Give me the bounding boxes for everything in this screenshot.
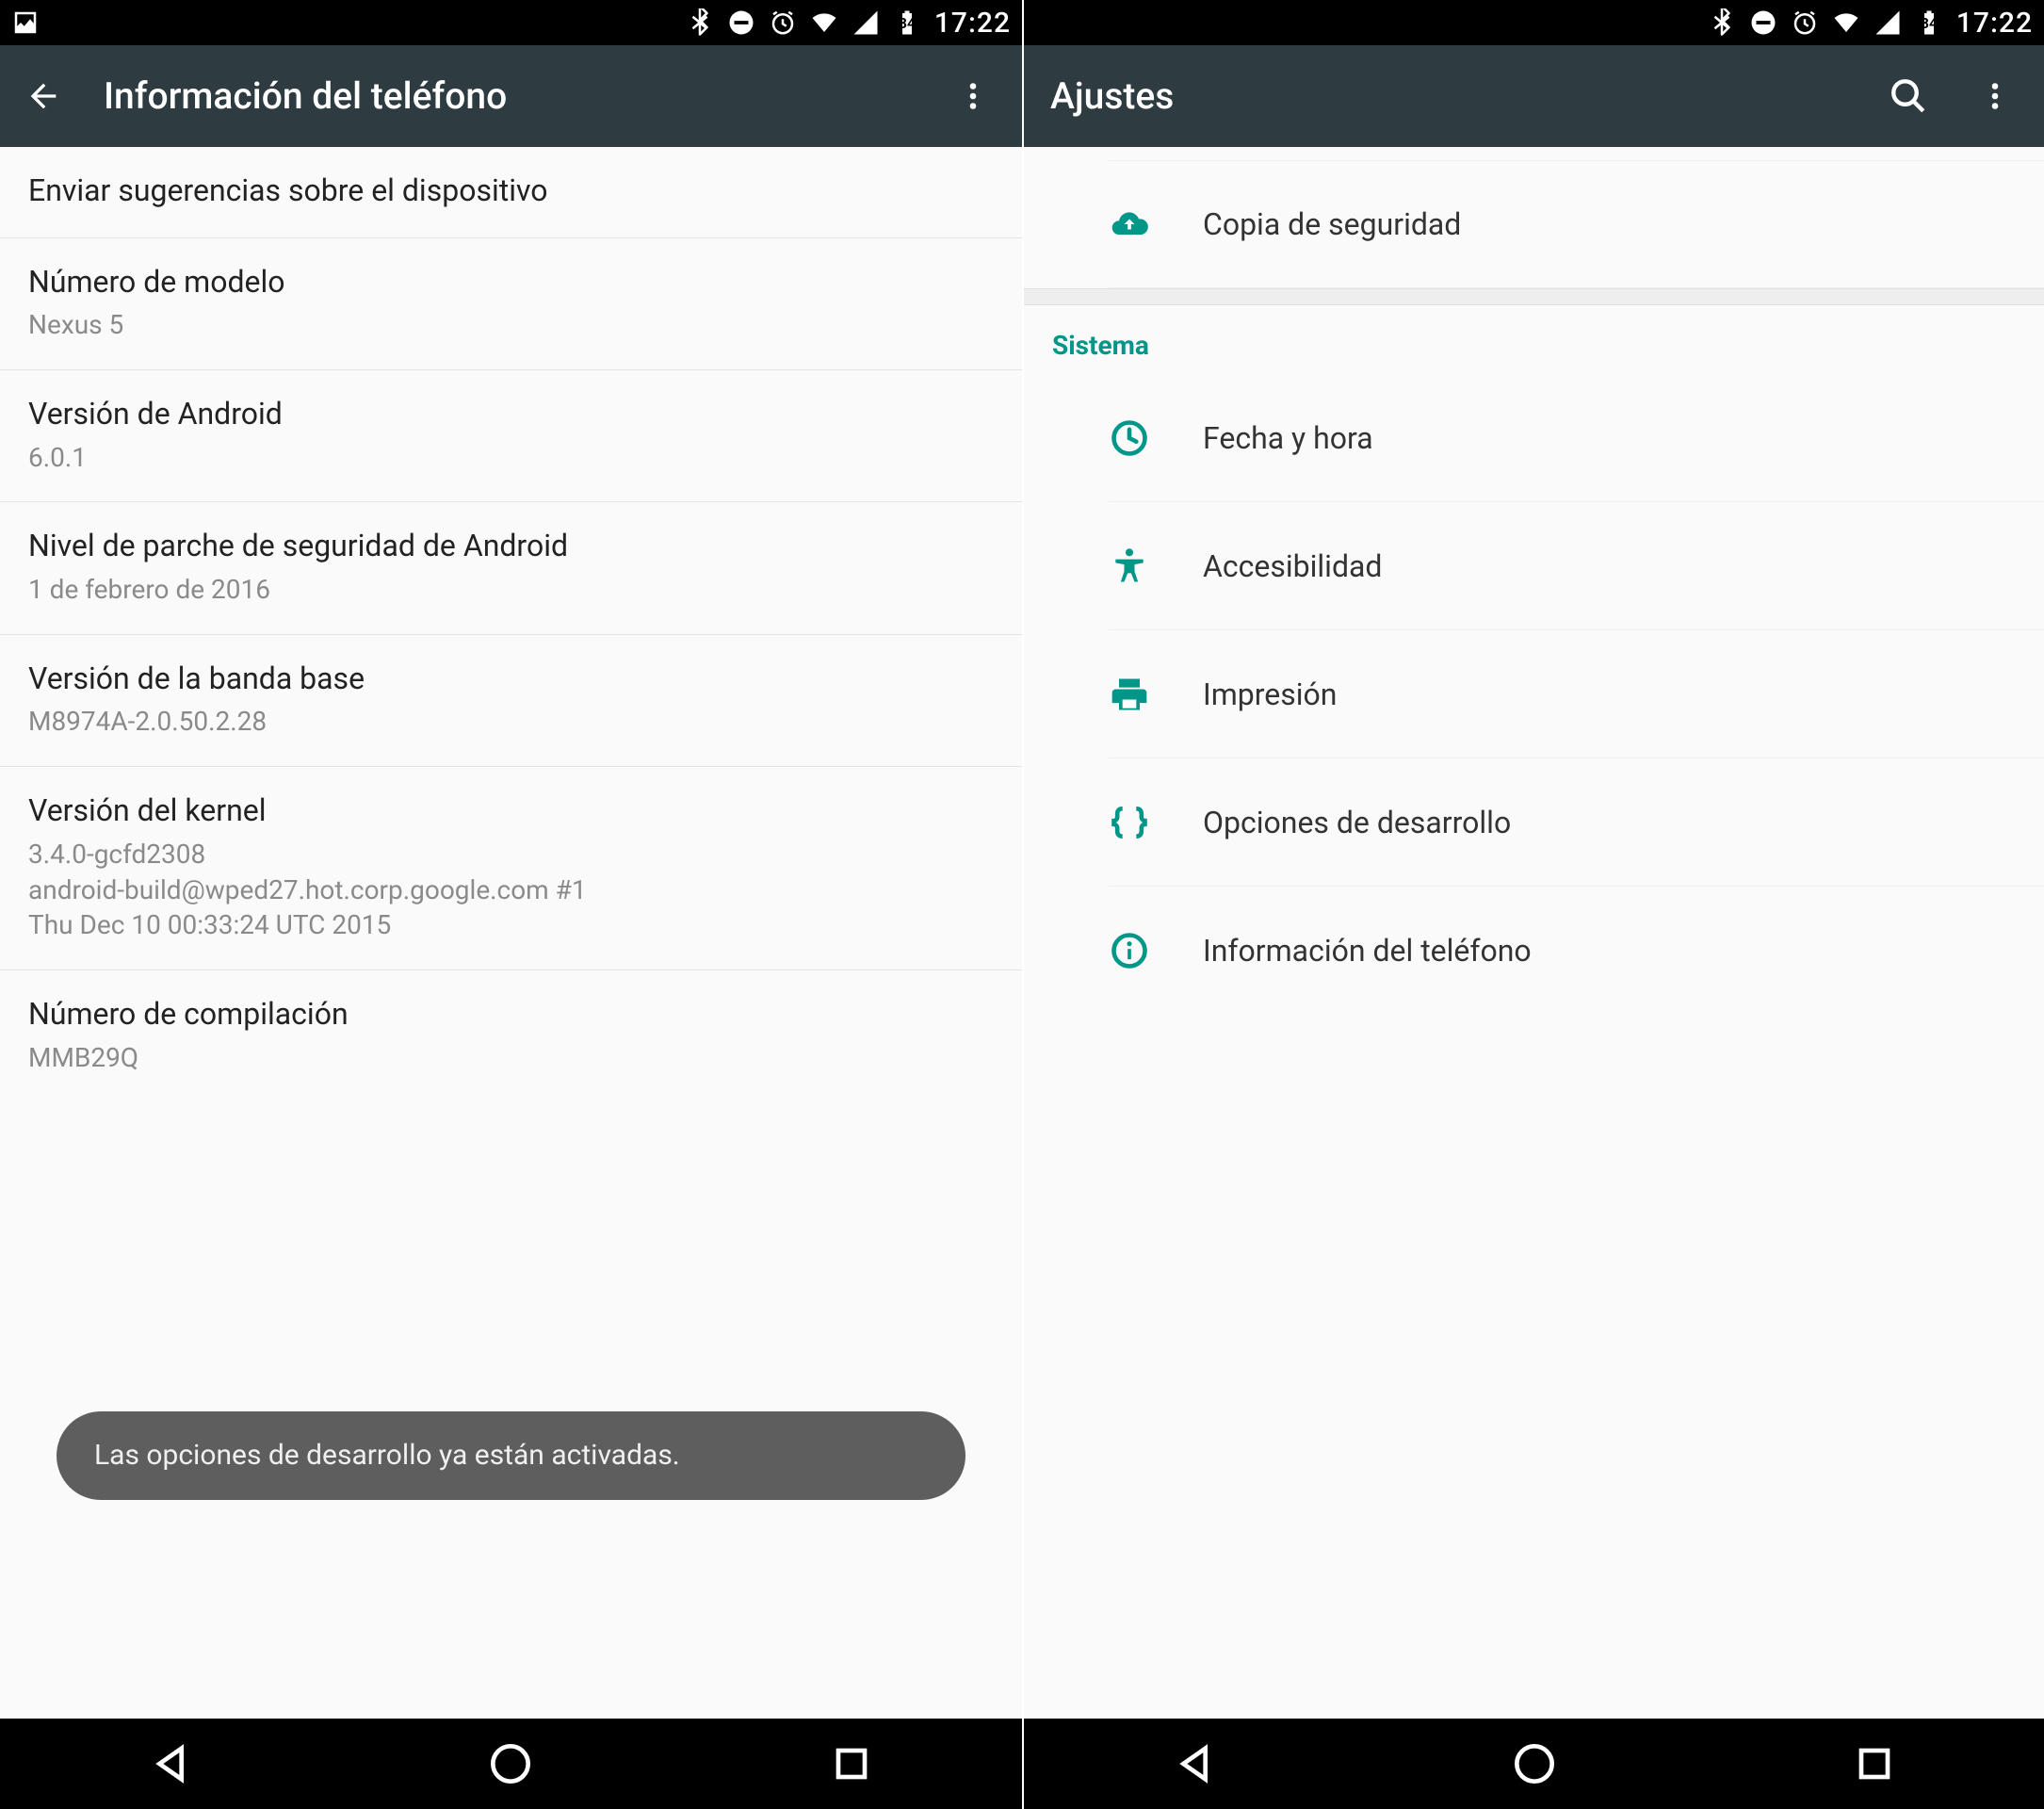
row-label: Opciones de desarrollo [1203, 805, 1511, 840]
row-subtitle: MMB29Q [28, 1040, 994, 1076]
settings-list: Copia de seguridad Sistema Fecha y hora … [1024, 147, 2044, 1719]
signal-icon [852, 8, 880, 37]
row-baseband-version[interactable]: Versión de la banda base M8974A-2.0.50.2… [0, 635, 1022, 767]
overflow-menu-button[interactable] [1969, 70, 2021, 122]
row-model-number[interactable]: Número de modelo Nexus 5 [0, 238, 1022, 370]
row-title: Versión de Android [28, 395, 994, 434]
navigation-bar [0, 1719, 1022, 1809]
row-subtitle: Nexus 5 [28, 307, 994, 343]
row-title: Versión de la banda base [28, 660, 994, 699]
status-time: 17:22 [1956, 7, 2033, 40]
signal-icon [1874, 8, 1902, 37]
row-label: Información del teléfono [1203, 933, 1532, 969]
row-subtitle: 6.0.1 [28, 440, 994, 476]
row-label: Accesibilidad [1203, 548, 1382, 584]
row-title: Enviar sugerencias sobre el dispositivo [28, 171, 994, 211]
appbar-title: Ajustes [1050, 74, 1848, 118]
status-bar: 84 17:22 [1024, 0, 2044, 45]
nav-home-button[interactable] [484, 1737, 537, 1790]
row-backup[interactable]: Copia de seguridad [1109, 160, 2044, 288]
print-icon [1109, 674, 1199, 715]
navigation-bar [1024, 1719, 2044, 1809]
appbar-title: Información del teléfono [104, 74, 913, 118]
accessibility-icon [1109, 546, 1199, 587]
row-date-time[interactable]: Fecha y hora [1109, 374, 2044, 502]
row-title: Número de compilación [28, 995, 994, 1035]
phone-right: 84 17:22 Ajustes Copia de seguridad Sist… [1022, 0, 2044, 1809]
status-time: 17:22 [934, 7, 1011, 40]
dnd-icon [727, 8, 755, 37]
row-phone-info[interactable]: Información del teléfono [1109, 887, 2044, 1015]
row-subtitle: 3.4.0-gcfd2308 android-build@wped27.hot.… [28, 837, 994, 943]
toast-message: Las opciones de desarrollo ya están acti… [57, 1411, 965, 1500]
alarm-icon [769, 8, 797, 37]
row-title: Versión del kernel [28, 791, 994, 831]
row-build-number[interactable]: Número de compilación MMB29Q [0, 970, 1022, 1101]
row-developer-options[interactable]: Opciones de desarrollo [1109, 758, 2044, 887]
row-subtitle: M8974A-2.0.50.2.28 [28, 704, 994, 740]
row-title: Número de modelo [28, 263, 994, 302]
nav-recents-button[interactable] [825, 1737, 878, 1790]
row-accessibility[interactable]: Accesibilidad [1109, 502, 2044, 630]
nav-back-button[interactable] [1168, 1737, 1221, 1790]
section-divider [1024, 288, 2044, 305]
battery-level: 84 [1921, 14, 1938, 32]
battery-icon: 84 [1915, 8, 1943, 37]
search-button[interactable] [1882, 70, 1935, 122]
alarm-icon [1791, 8, 1819, 37]
phone-left: 84 17:22 Información del teléfono Enviar… [0, 0, 1022, 1809]
nav-recents-button[interactable] [1848, 1737, 1901, 1790]
row-label: Impresión [1203, 676, 1337, 712]
row-subtitle: 1 de febrero de 2016 [28, 572, 994, 608]
dnd-icon [1749, 8, 1777, 37]
row-label: Fecha y hora [1203, 420, 1373, 456]
app-bar: Ajustes [1024, 45, 2044, 147]
row-security-patch[interactable]: Nivel de parche de seguridad de Android … [0, 502, 1022, 634]
bluetooth-icon [686, 8, 714, 37]
wifi-icon [810, 8, 838, 37]
wifi-icon [1832, 8, 1860, 37]
image-icon [11, 8, 40, 37]
phone-info-list: Enviar sugerencias sobre el dispositivo … [0, 147, 1022, 1719]
battery-level: 84 [899, 14, 916, 32]
bluetooth-icon [1708, 8, 1736, 37]
section-header-sistema: Sistema [1024, 305, 2044, 374]
app-bar: Información del teléfono [0, 45, 1022, 147]
row-title: Nivel de parche de seguridad de Android [28, 527, 994, 566]
row-android-version[interactable]: Versión de Android 6.0.1 [0, 370, 1022, 502]
row-send-feedback[interactable]: Enviar sugerencias sobre el dispositivo [0, 147, 1022, 238]
row-label: Copia de seguridad [1203, 206, 1461, 242]
cloud-upload-icon [1109, 204, 1199, 245]
braces-icon [1109, 802, 1199, 843]
back-button[interactable] [17, 70, 70, 122]
info-icon [1109, 930, 1199, 971]
row-kernel-version[interactable]: Versión del kernel 3.4.0-gcfd2308 androi… [0, 767, 1022, 970]
clock-icon [1109, 417, 1199, 459]
overflow-menu-button[interactable] [947, 70, 999, 122]
nav-home-button[interactable] [1508, 1737, 1561, 1790]
status-bar: 84 17:22 [0, 0, 1022, 45]
row-print[interactable]: Impresión [1109, 630, 2044, 758]
nav-back-button[interactable] [144, 1737, 197, 1790]
battery-icon: 84 [893, 8, 921, 37]
